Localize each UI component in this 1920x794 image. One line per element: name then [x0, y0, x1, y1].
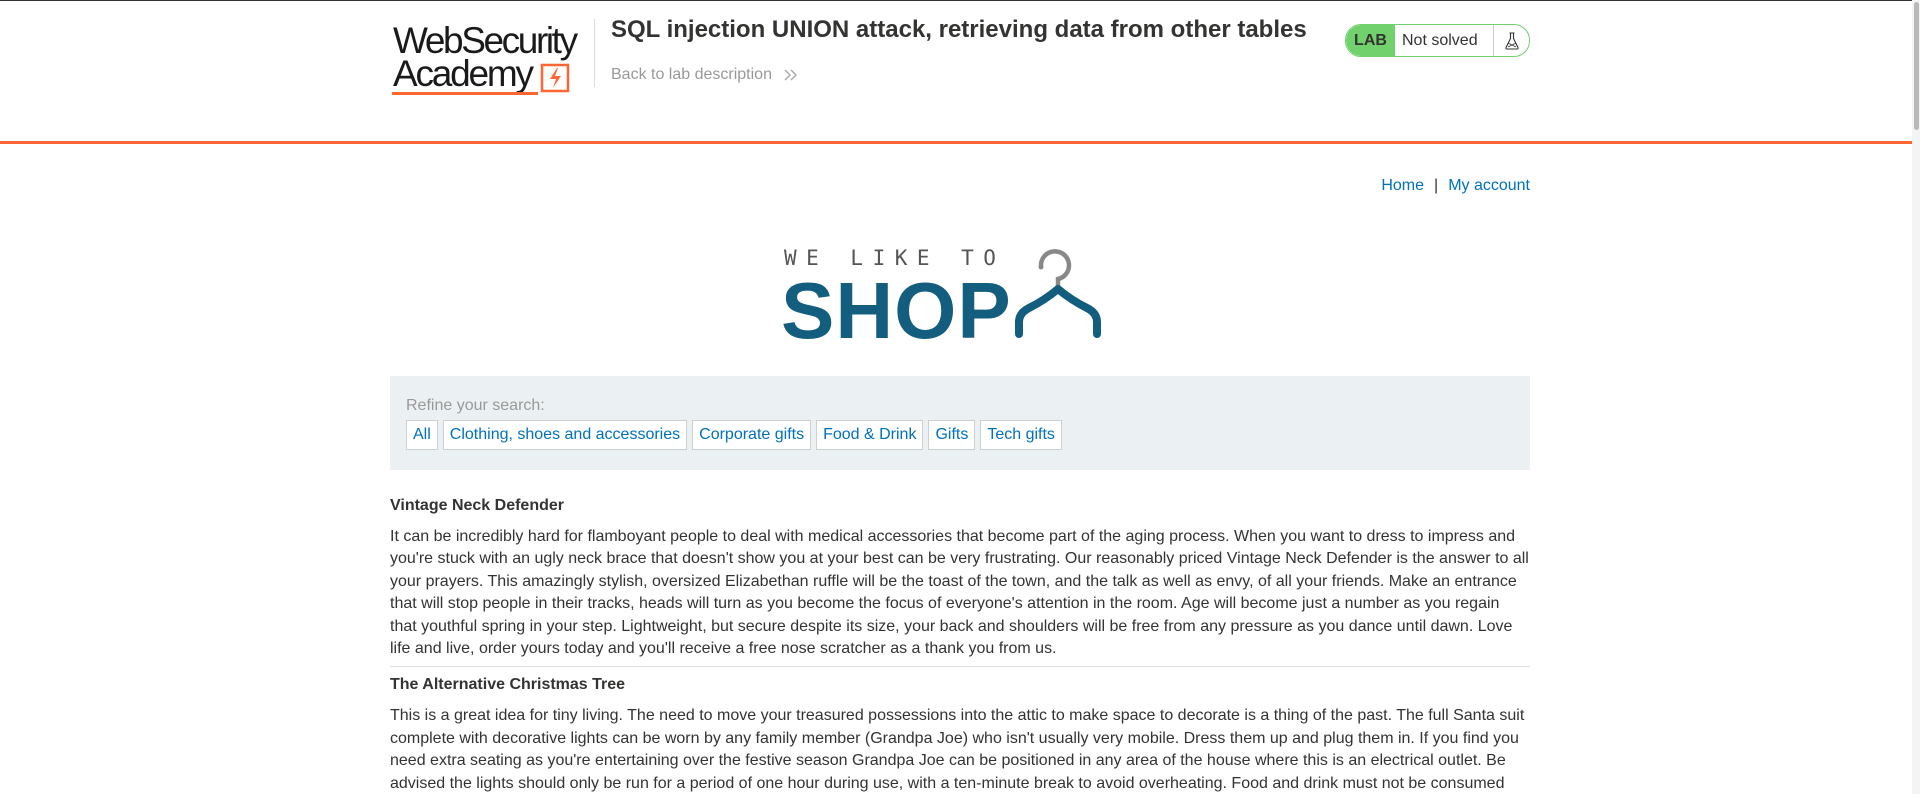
flask-button[interactable] — [1493, 25, 1529, 56]
filter-all[interactable]: All — [406, 420, 438, 450]
page: WebSecurity Academy SQL injection UNION … — [0, 0, 1920, 794]
back-link-label: Back to lab description — [611, 66, 772, 83]
shop-logo-word: SHOP — [781, 266, 1012, 355]
coat-hanger-icon — [1015, 249, 1101, 338]
product-description: It can be incredibly hard for flamboyant… — [390, 528, 1529, 658]
nav-separator: | — [1434, 177, 1439, 194]
lab-title: SQL injection UNION attack, retrieving d… — [611, 16, 1307, 43]
filter-panel: Refine your search: All Clothing, shoes … — [390, 376, 1530, 470]
product-item: Vintage Neck Defender It can be incredib… — [390, 496, 1530, 668]
web-security-academy-logo[interactable]: WebSecurity Academy — [390, 21, 578, 95]
filter-clothing[interactable]: Clothing, shoes and accessories — [442, 420, 688, 450]
filter-tech-gifts[interactable]: Tech gifts — [980, 420, 1062, 450]
product-item: The Alternative Christmas Tree This is a… — [390, 675, 1530, 794]
filter-food-drink[interactable]: Food & Drink — [816, 420, 924, 450]
filter-gifts[interactable]: Gifts — [928, 420, 976, 450]
scrollbar-thumb[interactable] — [1914, 2, 1919, 130]
logo-line2: Academy — [393, 53, 534, 94]
lab-status-widget: LAB Not solved — [1345, 24, 1530, 57]
shop-logo: WE LIKE TO SHOP — [780, 244, 1140, 355]
product-list: Vintage Neck Defender It can be incredib… — [390, 496, 1530, 794]
product-name: The Alternative Christmas Tree — [390, 676, 626, 694]
flask-icon — [1504, 31, 1519, 50]
double-chevron-right-icon — [784, 69, 798, 81]
header-divider — [594, 19, 595, 87]
lab-status-text: Not solved — [1402, 32, 1478, 49]
back-to-lab-description-link[interactable]: Back to lab description — [611, 65, 798, 85]
filter-buttons: All Clothing, shoes and accessories Corp… — [406, 420, 1062, 450]
home-link[interactable]: Home — [1381, 177, 1424, 194]
logo-underline — [392, 92, 538, 95]
filter-label: Refine your search: — [406, 397, 545, 414]
lightning-bolt-icon — [540, 63, 570, 93]
product-description: This is a great idea for tiny living. Th… — [390, 707, 1525, 792]
my-account-link[interactable]: My account — [1448, 177, 1530, 194]
academy-header: WebSecurity Academy SQL injection UNION … — [0, 1, 1920, 144]
lab-badge: LAB — [1346, 25, 1395, 56]
product-name: Vintage Neck Defender — [390, 497, 564, 514]
filter-corporate-gifts[interactable]: Corporate gifts — [692, 420, 812, 450]
shop-nav: Home | My account — [1381, 176, 1530, 196]
